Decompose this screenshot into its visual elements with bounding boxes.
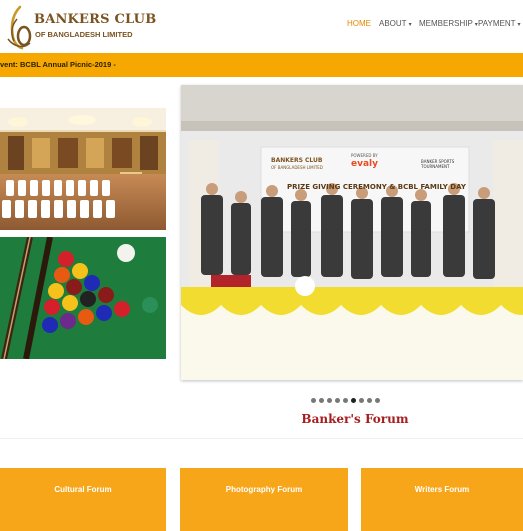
slider-dot[interactable] [343, 398, 348, 403]
section-divider [0, 438, 523, 439]
slider-dot-active[interactable] [351, 398, 356, 403]
prize-giving-photo [181, 85, 523, 380]
nav-payment-label: PAYMENT [478, 19, 516, 28]
banner-sponsor: evaly [351, 159, 378, 169]
nav-home[interactable]: HOME [347, 19, 371, 28]
news-ticker[interactable]: vent: BCBL Annual Picnic-2019 - [0, 53, 523, 77]
slider-dot[interactable] [375, 398, 380, 403]
banner-sponsor-pretext: POWERED BY [351, 153, 378, 158]
nav-payment[interactable]: PAYMENT ▾ [478, 19, 521, 28]
slider-dot[interactable] [367, 398, 372, 403]
brand-subtitle: OF BANGLADESH LIMITED [35, 30, 133, 39]
nav-about[interactable]: ABOUT ▾ [379, 19, 412, 28]
banner-logo-subtext: OF BANGLADESH LIMITED [271, 165, 323, 170]
writers-forum-label: Writers Forum [414, 485, 470, 494]
nav-membership-label: MEMBERSHIP [419, 19, 473, 28]
bankers-club-logo-icon[interactable] [4, 3, 32, 51]
banner-title: PRIZE GIVING CEREMONY & BCBL FAMILY DAY [287, 183, 466, 191]
banquet-hall-illustration [0, 108, 166, 230]
billiards-image[interactable] [0, 237, 166, 359]
writers-forum-card[interactable]: Writers Forum [361, 468, 523, 531]
cultural-forum-label: Cultural Forum [54, 485, 112, 494]
nav-membership[interactable]: MEMBERSHIP ▾ [419, 19, 478, 28]
nav-about-label: ABOUT [379, 19, 407, 28]
banner-right-text: BANKER SPORTS TOURNAMENT [421, 159, 455, 169]
slider-dots [311, 390, 383, 403]
slider-dot[interactable] [311, 398, 316, 403]
slider-dot[interactable] [319, 398, 324, 403]
site-header: BANKERS CLUB OF BANGLADESH LIMITED HOME … [0, 0, 523, 53]
slider-dot[interactable] [335, 398, 340, 403]
photography-forum-label: Photography Forum [225, 485, 303, 494]
chevron-down-icon: ▾ [517, 22, 521, 28]
billiards-illustration [0, 237, 166, 359]
photography-forum-card[interactable]: Photography Forum [180, 468, 348, 531]
brand-name: BANKERS CLUB [34, 12, 157, 27]
cultural-forum-card[interactable]: Cultural Forum [0, 468, 166, 531]
photo-slider[interactable]: BANKERS CLUB OF BANGLADESH LIMITED POWER… [181, 85, 523, 380]
bankers-forum-heading: Banker's Forum [301, 412, 409, 426]
slider-dot[interactable] [359, 398, 364, 403]
chevron-down-icon: ▾ [408, 22, 412, 28]
banner-logo-text: BANKERS CLUB [271, 157, 323, 164]
nav-home-label: HOME [347, 19, 371, 28]
banquet-hall-image[interactable] [0, 108, 166, 230]
slider-dot[interactable] [327, 398, 332, 403]
ticker-text[interactable]: vent: BCBL Annual Picnic-2019 - [0, 60, 116, 69]
